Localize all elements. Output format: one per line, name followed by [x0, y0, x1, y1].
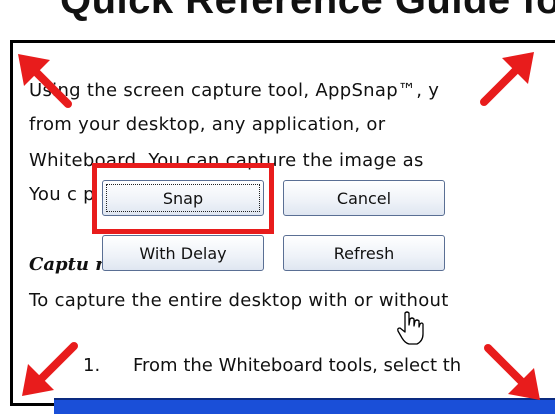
refresh-button[interactable]: Refresh [283, 235, 445, 271]
body-line: To capture the entire desktop with or wi… [29, 290, 449, 311]
cancel-button[interactable]: Cancel [283, 180, 445, 216]
hand-pointer-icon [397, 311, 424, 345]
arrow-icon [480, 52, 534, 106]
with-delay-button[interactable]: With Delay [102, 235, 264, 271]
arrow-icon [18, 54, 72, 108]
cancel-button-label: Cancel [336, 188, 392, 208]
paragraph-line-1: Using the screen capture tool, AppSnap™,… [29, 80, 440, 101]
arrow-icon [22, 342, 78, 396]
with-delay-button-label: With Delay [139, 243, 227, 263]
step-number: 1. [83, 355, 101, 376]
paragraph-line-2: from your desktop, any application, or [29, 114, 386, 135]
document-title: Quick Reference Guide fo [60, 0, 555, 22]
snap-highlight-box [92, 163, 274, 234]
arrow-icon [484, 344, 540, 400]
refresh-button-label: Refresh [333, 243, 395, 263]
step-text: From the Whiteboard tools, select th [133, 355, 462, 376]
